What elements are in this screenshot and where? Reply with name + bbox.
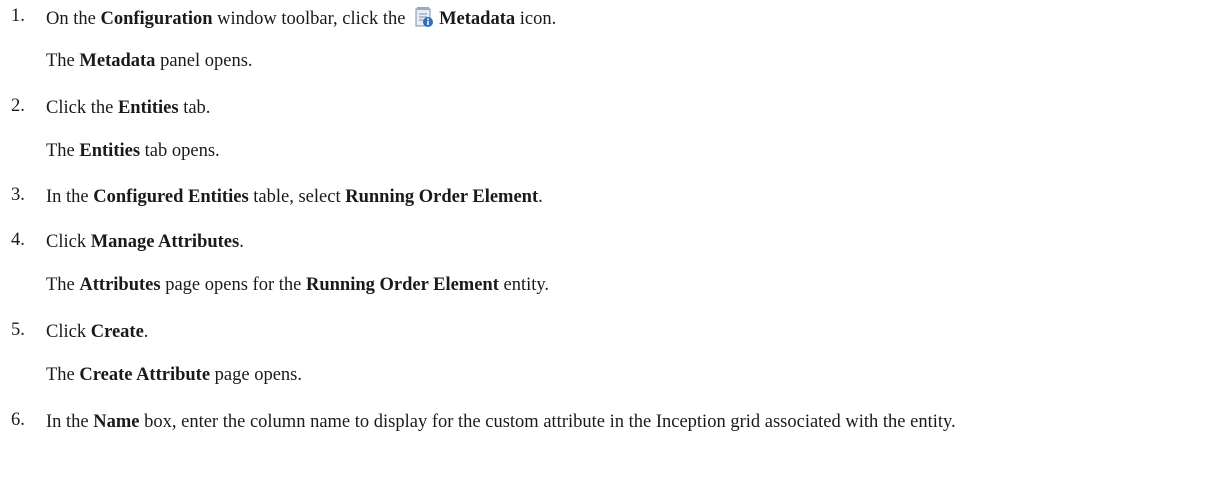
step-2: 2. Click the Entities tab. [0, 96, 1200, 121]
ui-term: Running Order Element [345, 187, 539, 207]
ui-term: Attributes [79, 275, 161, 295]
ui-term: Manage Attributes [90, 232, 240, 252]
step-3: 3. In the Configured Entities table, sel… [0, 185, 1200, 210]
metadata-icon [414, 6, 434, 28]
step-instruction: Click the Entities tab. [46, 96, 1200, 121]
step-instruction: On the Configuration window toolbar, cli… [46, 6, 1200, 32]
step-5: 5. Click Create. [0, 320, 1200, 345]
step-number: 3. [11, 185, 25, 205]
step-number: 2. [11, 96, 25, 116]
text: . [239, 232, 244, 252]
ui-term: Configuration [100, 9, 213, 29]
step-instruction: Click Create. [46, 320, 1200, 345]
step-number: 4. [11, 230, 25, 250]
text: entity. [498, 275, 550, 295]
step-1: 1. On the Configuration window toolbar, … [0, 6, 1200, 32]
step-instruction: In the Name box, enter the column name t… [46, 410, 1200, 435]
step-4-result: The Attributes page opens for the Runnin… [46, 275, 1196, 296]
text: Click the [46, 98, 118, 118]
ui-term: Name [93, 412, 140, 432]
step-instruction: In the Configured Entities table, select… [46, 185, 1200, 210]
ui-term: Create Attribute [79, 365, 211, 385]
ui-term: Entities [79, 141, 141, 161]
text: box, enter the column name to display fo… [139, 412, 956, 432]
text: The [46, 365, 80, 385]
text: In the [46, 187, 94, 207]
step-instruction: Click Manage Attributes. [46, 230, 1200, 255]
text: . [538, 187, 543, 207]
ui-term: Metadata [439, 9, 516, 29]
ui-term: Create [90, 322, 144, 342]
step-6: 6. In the Name box, enter the column nam… [0, 410, 1200, 435]
step-number: 1. [11, 6, 25, 26]
text: tab. [178, 98, 211, 118]
text: The [46, 275, 80, 295]
ui-term: Running Order Element [305, 275, 499, 295]
step-number: 6. [11, 410, 25, 430]
text: tab opens. [140, 141, 220, 161]
step-number: 5. [11, 320, 25, 340]
step-5-result: The Create Attribute page opens. [46, 365, 1196, 386]
ui-term: Metadata [79, 51, 156, 71]
text: Click [46, 322, 91, 342]
step-4: 4. Click Manage Attributes. [0, 230, 1200, 255]
step-2-result: The Entities tab opens. [46, 141, 1196, 162]
ui-term: Entities [117, 98, 179, 118]
text: . [143, 322, 149, 342]
text: icon. [515, 9, 557, 29]
text: table, select [248, 187, 346, 207]
ui-term: Configured Entities [93, 187, 249, 207]
text: In the [46, 412, 94, 432]
text: page opens for the [160, 275, 306, 295]
text: The [46, 51, 80, 71]
text: Click [46, 232, 91, 252]
text: On the [46, 9, 101, 29]
text: page opens. [210, 365, 303, 385]
text: window toolbar, click the [212, 9, 411, 29]
text: The [46, 141, 80, 161]
step-1-result: The Metadata panel opens. [46, 51, 1196, 72]
text: panel opens. [155, 51, 253, 71]
procedure-page: { "steps": [ { "number": "1.", "parts": … [0, 0, 1209, 504]
